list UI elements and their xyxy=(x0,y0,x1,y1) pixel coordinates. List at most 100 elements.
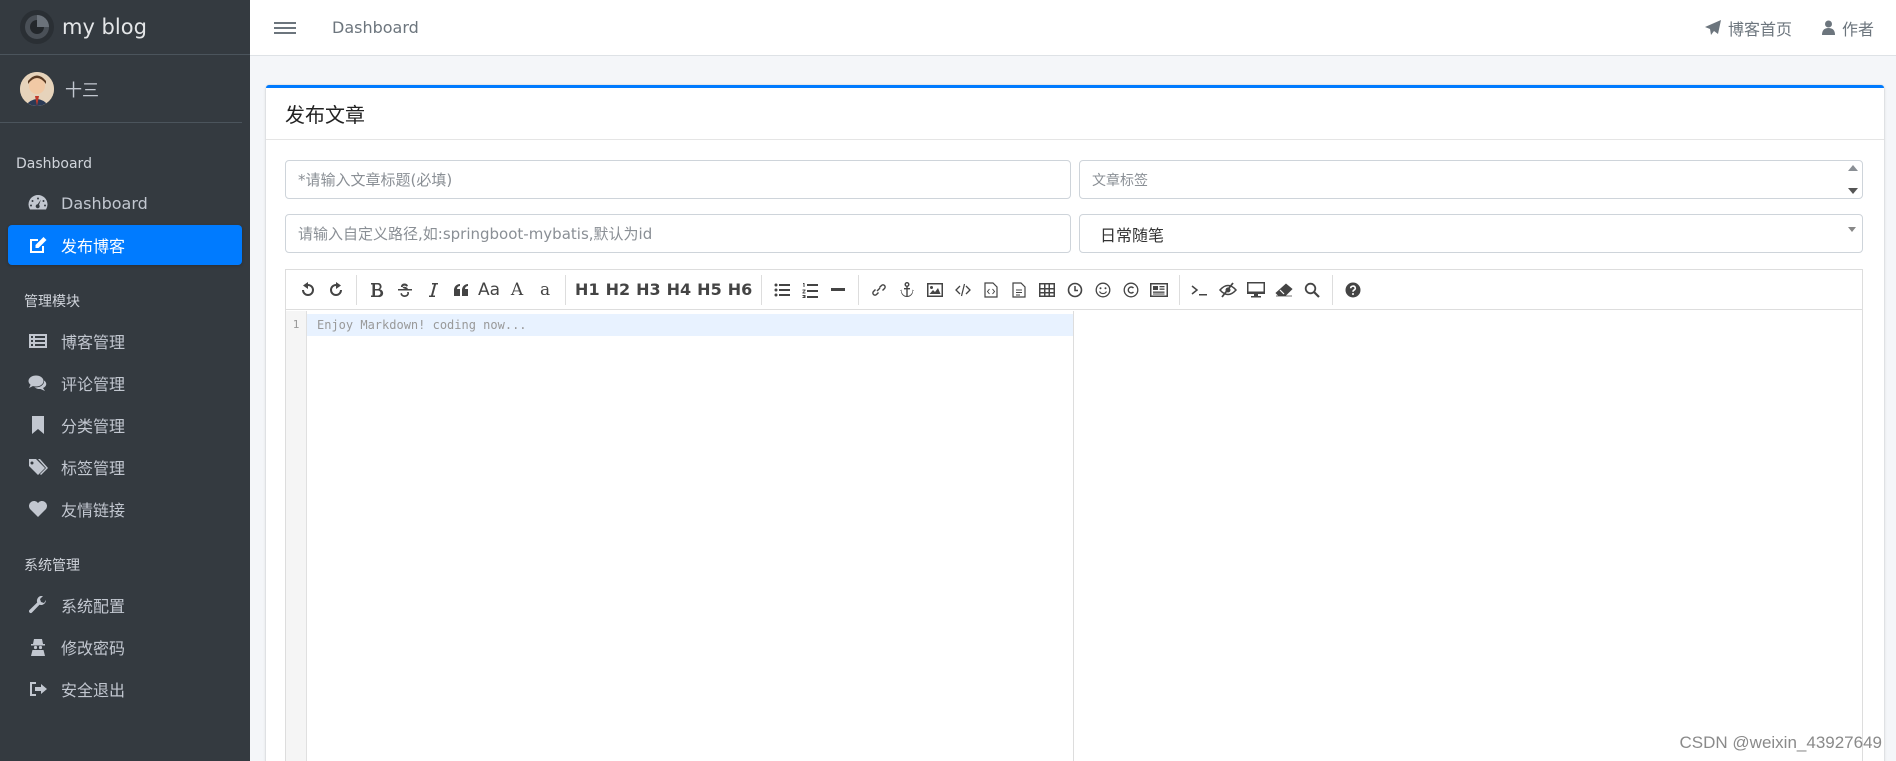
author-label: 作者 xyxy=(1841,19,1874,39)
editor-toolbar: Aa A a H1 H2 H3 H4 H5 H6 xyxy=(286,270,1862,310)
markdown-editor: Aa A a H1 H2 H3 H4 H5 H6 1 Enjoy Markdow… xyxy=(285,269,1863,761)
help-icon[interactable] xyxy=(1339,276,1367,304)
scroll-up-icon[interactable] xyxy=(1848,165,1858,171)
edit-icon xyxy=(27,235,49,255)
sidebar-item-system-config[interactable]: 系统配置 xyxy=(8,585,242,625)
h2-button[interactable]: H2 xyxy=(603,276,634,304)
user-panel[interactable]: 十三 xyxy=(0,55,242,123)
scroll-down-icon[interactable] xyxy=(1848,188,1858,194)
user-name: 十三 xyxy=(65,81,99,101)
search-icon[interactable] xyxy=(1298,276,1326,304)
strikethrough-icon[interactable] xyxy=(391,276,419,304)
image-icon[interactable] xyxy=(921,276,949,304)
publish-article-card: 发布文章 文章标签 日常随笔 Aa A a xyxy=(266,85,1884,761)
article-tags-input[interactable]: 文章标签 xyxy=(1079,160,1863,199)
user-secret-icon xyxy=(27,637,49,657)
author-link[interactable]: 作者 xyxy=(1821,16,1874,40)
sidebar-item-label: 发布博客 xyxy=(61,237,126,256)
h3-button[interactable]: H3 xyxy=(633,276,664,304)
breadcrumb[interactable]: Dashboard xyxy=(332,18,419,37)
lowercase-button[interactable]: a xyxy=(531,276,559,304)
sidebar-item-publish-blog[interactable]: 发布博客 xyxy=(8,225,242,265)
category-selected-value: 日常随笔 xyxy=(1100,225,1165,245)
heart-icon xyxy=(27,499,49,519)
nav-header-dashboard: Dashboard xyxy=(16,156,92,172)
avatar xyxy=(20,71,54,106)
sidebar-item-label: 安全退出 xyxy=(61,681,126,700)
datetime-icon[interactable] xyxy=(1061,276,1089,304)
sidebar: my blog 十三 Dashboard Dashboard 发布博客 管理模块… xyxy=(0,0,250,761)
clear-eraser-icon[interactable] xyxy=(1270,276,1298,304)
sidebar-item-label: 系统配置 xyxy=(61,597,126,616)
chevron-down-icon xyxy=(1848,227,1856,232)
nav-header-system: 系统管理 xyxy=(24,558,80,574)
h5-button[interactable]: H5 xyxy=(694,276,725,304)
watermark: CSDN @weixin_43927649 xyxy=(1679,733,1882,752)
anchor-icon[interactable] xyxy=(893,276,921,304)
user-icon xyxy=(1821,20,1835,35)
sidebar-item-label: 分类管理 xyxy=(61,417,126,436)
tags-icon xyxy=(27,457,49,477)
sidebar-item-blog-management[interactable]: 博客管理 xyxy=(8,321,242,361)
sidebar-item-label: 友情链接 xyxy=(61,501,126,520)
html-entities-icon[interactable] xyxy=(1117,276,1145,304)
sidebar-item-friend-links[interactable]: 友情链接 xyxy=(8,489,242,529)
brand-name: my blog xyxy=(62,15,147,39)
bold-icon[interactable] xyxy=(363,276,391,304)
ordered-list-icon[interactable] xyxy=(796,276,824,304)
sidebar-item-dashboard[interactable]: Dashboard xyxy=(8,183,242,223)
watch-toggle-icon[interactable] xyxy=(1214,276,1242,304)
sidebar-item-change-password[interactable]: 修改密码 xyxy=(8,627,242,667)
list-icon xyxy=(27,331,49,351)
markdown-textarea[interactable]: Enjoy Markdown! coding now... xyxy=(307,311,1074,761)
menu-toggle-icon[interactable] xyxy=(274,19,296,37)
h6-button[interactable]: H6 xyxy=(725,276,756,304)
italic-icon[interactable] xyxy=(419,276,447,304)
sidebar-item-label: Dashboard xyxy=(61,193,148,213)
link-icon[interactable] xyxy=(865,276,893,304)
sidebar-item-category-management[interactable]: 分类管理 xyxy=(8,405,242,445)
code-block-icon[interactable] xyxy=(977,276,1005,304)
card-title: 发布文章 xyxy=(266,88,1884,140)
emoji-icon[interactable] xyxy=(1089,276,1117,304)
sidebar-item-logout[interactable]: 安全退出 xyxy=(8,669,242,709)
sidebar-item-label: 修改密码 xyxy=(61,639,126,658)
unordered-list-icon[interactable] xyxy=(768,276,796,304)
table-icon[interactable] xyxy=(1033,276,1061,304)
uppercase-button[interactable]: A xyxy=(503,276,531,304)
redo-icon[interactable] xyxy=(322,276,350,304)
sign-out-icon xyxy=(27,679,49,699)
blog-home-link[interactable]: 博客首页 xyxy=(1704,16,1792,40)
sidebar-item-label: 评论管理 xyxy=(61,375,126,394)
sidebar-item-label: 标签管理 xyxy=(61,459,126,478)
comments-icon xyxy=(27,373,49,393)
h4-button[interactable]: H4 xyxy=(664,276,695,304)
undo-icon[interactable] xyxy=(294,276,322,304)
brand-logo-icon xyxy=(20,10,54,44)
preview-desktop-icon[interactable] xyxy=(1242,276,1270,304)
sidebar-item-comment-management[interactable]: 评论管理 xyxy=(8,363,242,403)
code-icon[interactable] xyxy=(949,276,977,304)
brand[interactable]: my blog xyxy=(0,0,250,55)
tags-scroll-arrows[interactable] xyxy=(1844,161,1862,198)
article-title-input[interactable] xyxy=(285,160,1071,199)
preformatted-text-icon[interactable] xyxy=(1005,276,1033,304)
sidebar-item-tag-management[interactable]: 标签管理 xyxy=(8,447,242,487)
editor-body: 1 Enjoy Markdown! coding now... xyxy=(286,311,1862,761)
markdown-preview xyxy=(1074,311,1862,761)
goto-line-icon[interactable] xyxy=(1186,276,1214,304)
custom-path-input[interactable] xyxy=(285,214,1071,253)
wrench-icon xyxy=(27,595,49,615)
dashboard-icon xyxy=(27,193,49,213)
uppercase-words-button[interactable]: Aa xyxy=(475,276,503,304)
horizontal-rule-icon[interactable] xyxy=(824,276,852,304)
nav-header-management: 管理模块 xyxy=(24,294,80,310)
quote-icon[interactable] xyxy=(447,276,475,304)
category-select[interactable]: 日常随笔 xyxy=(1079,214,1863,253)
blog-home-label: 博客首页 xyxy=(1727,19,1792,39)
sidebar-item-label: 博客管理 xyxy=(61,333,126,352)
tags-placeholder: 文章标签 xyxy=(1092,172,1148,189)
page-break-icon[interactable] xyxy=(1145,276,1173,304)
h1-button[interactable]: H1 xyxy=(572,276,603,304)
bookmark-icon xyxy=(27,415,49,435)
